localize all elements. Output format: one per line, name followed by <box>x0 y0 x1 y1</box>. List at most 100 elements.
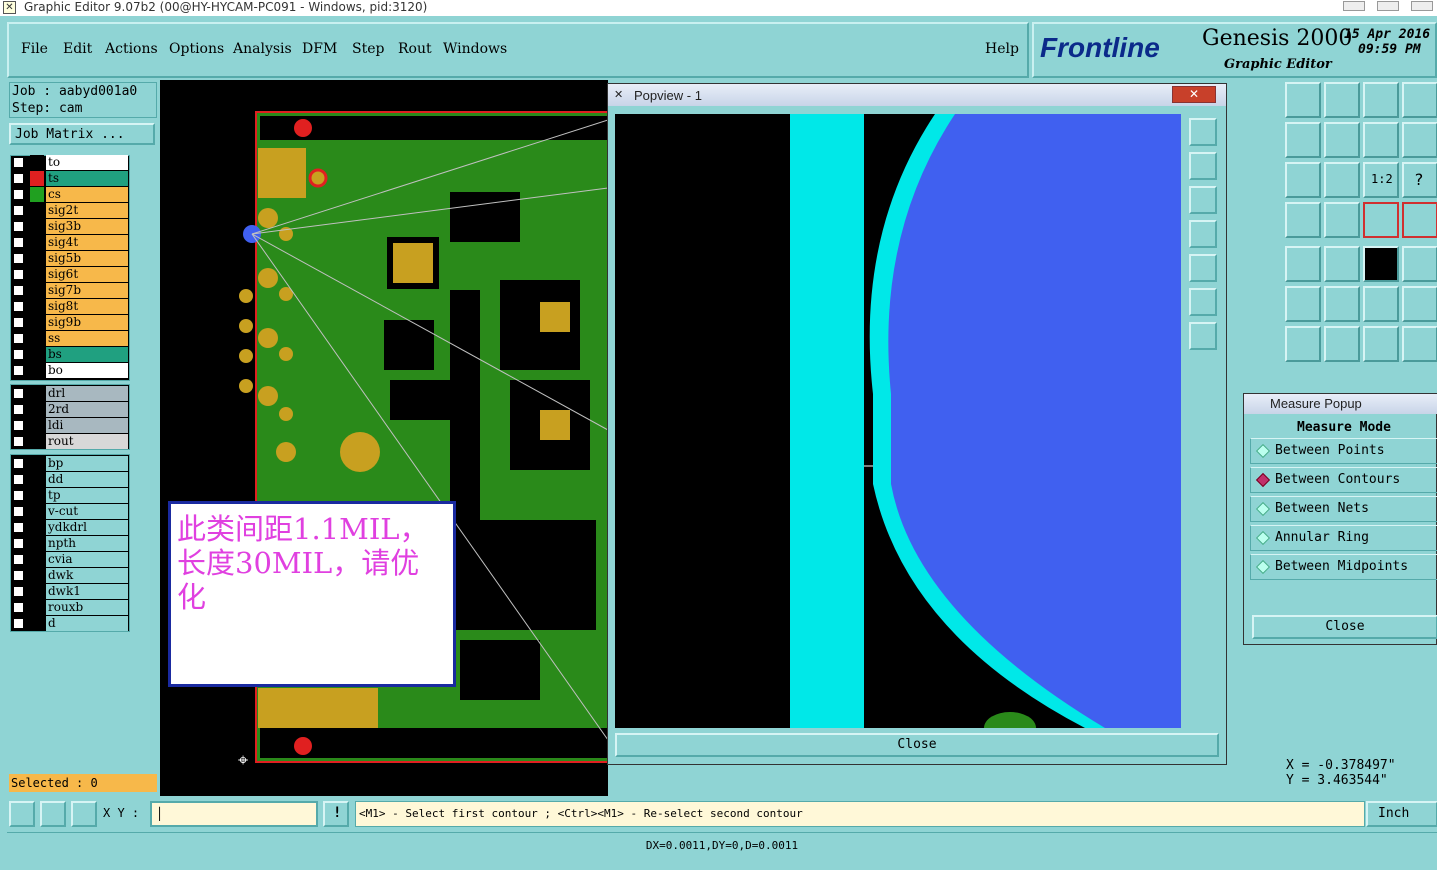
layer-color-swatch[interactable] <box>30 584 44 599</box>
link-alt-icon[interactable] <box>1402 286 1437 322</box>
layer-row-dwk1[interactable]: dwk1 <box>10 584 130 599</box>
layer-name[interactable]: sig7b <box>46 283 128 298</box>
menu-actions[interactable]: Actions <box>105 41 158 57</box>
layer-color-swatch[interactable] <box>30 520 44 535</box>
layer-name[interactable]: dwk <box>46 568 128 583</box>
alert-icon[interactable]: ! <box>323 801 349 827</box>
layer-checkbox[interactable] <box>13 554 24 565</box>
layer-row-cvia[interactable]: cvia <box>10 552 130 567</box>
maximize-button[interactable] <box>1377 1 1399 11</box>
layer-checkbox[interactable] <box>13 349 24 360</box>
layer-name[interactable]: cs <box>46 187 128 202</box>
angle-mode-icon[interactable] <box>40 801 66 827</box>
layer-row-npth[interactable]: npth <box>10 536 130 551</box>
pan-down-icon[interactable] <box>1189 186 1217 214</box>
layer-name[interactable]: bo <box>46 363 128 378</box>
layer-name[interactable]: d <box>46 616 128 631</box>
option-between-midpoints[interactable]: Between Midpoints <box>1250 554 1437 580</box>
layer-checkbox[interactable] <box>13 285 24 296</box>
layer-name[interactable]: tp <box>46 488 128 503</box>
layer-checkbox[interactable] <box>13 618 24 629</box>
layer-checkbox[interactable] <box>13 602 24 613</box>
ruler-icon[interactable] <box>1363 246 1399 282</box>
layer-color-swatch[interactable] <box>30 155 44 170</box>
layer-row-sig2t[interactable]: sig2t <box>10 203 130 218</box>
layer-checkbox[interactable] <box>13 365 24 376</box>
home-icon[interactable] <box>1363 82 1399 118</box>
scale-1-2-icon[interactable]: 1:2 <box>1363 162 1399 198</box>
layer-row-dwk[interactable]: dwk <box>10 568 130 583</box>
angle-icon[interactable] <box>1285 326 1321 362</box>
layer-name[interactable]: bp <box>46 456 128 471</box>
layer-name[interactable]: sig4t <box>46 235 128 250</box>
layer-row-bo[interactable]: bo <box>10 363 130 378</box>
layer-checkbox[interactable] <box>13 221 24 232</box>
layer-row-cs[interactable]: cs <box>10 187 130 202</box>
menu-edit[interactable]: Edit <box>63 41 92 57</box>
layer-name[interactable]: ss <box>46 331 128 346</box>
layer-name[interactable]: sig8t <box>46 299 128 314</box>
menu-dfm[interactable]: DFM <box>302 41 337 57</box>
layer-color-swatch[interactable] <box>30 203 44 218</box>
layer-row-to[interactable]: to <box>10 155 130 170</box>
layer-name[interactable]: 2rd <box>46 402 128 417</box>
layer-row-v-cut[interactable]: v-cut <box>10 504 130 519</box>
layer-row-sig5b[interactable]: sig5b <box>10 251 130 266</box>
layer-color-swatch[interactable] <box>30 331 44 346</box>
zoom-fit-icon[interactable] <box>1285 162 1321 198</box>
layer-checkbox[interactable] <box>13 436 24 447</box>
layer-row-drl[interactable]: drl <box>10 386 130 401</box>
layer-checkbox[interactable] <box>13 157 24 168</box>
help-icon[interactable]: ? <box>1402 162 1437 198</box>
cross-icon[interactable] <box>1324 286 1360 322</box>
layer-color-swatch[interactable] <box>30 251 44 266</box>
layer-color-swatch[interactable] <box>30 363 44 378</box>
option-between-contours[interactable]: Between Contours <box>1250 467 1437 493</box>
pan-right-icon[interactable] <box>1189 254 1217 282</box>
layer-color-swatch[interactable] <box>30 235 44 250</box>
net-measure-icon[interactable] <box>1363 202 1399 238</box>
layer-name[interactable]: ts <box>46 171 128 186</box>
layer-checkbox[interactable] <box>13 586 24 597</box>
layer-name[interactable]: dwk1 <box>46 584 128 599</box>
option-between-nets[interactable]: Between Nets <box>1250 496 1437 522</box>
zoom-center-icon[interactable] <box>1324 162 1360 198</box>
layer-color-swatch[interactable] <box>30 600 44 615</box>
layer-checkbox[interactable] <box>13 269 24 280</box>
snap-mode-icon[interactable] <box>9 801 35 827</box>
layer-checkbox[interactable] <box>13 189 24 200</box>
layer-checkbox[interactable] <box>13 570 24 581</box>
popview-close-button[interactable]: Close <box>615 733 1219 757</box>
pan-left-icon[interactable] <box>1189 220 1217 248</box>
layer-name[interactable]: sig5b <box>46 251 128 266</box>
minimize-button[interactable] <box>1343 1 1365 11</box>
layer-row-sig7b[interactable]: sig7b <box>10 283 130 298</box>
zoom-fit-icon[interactable] <box>1189 288 1217 316</box>
mirror-icon[interactable] <box>1402 326 1437 362</box>
layer-name[interactable]: cvia <box>46 552 128 567</box>
layer-color-swatch[interactable] <box>30 456 44 471</box>
pan-up-icon[interactable] <box>1189 152 1217 180</box>
layer-color-swatch[interactable] <box>30 402 44 417</box>
dot-icon[interactable] <box>1402 246 1437 282</box>
layer-checkbox[interactable] <box>13 301 24 312</box>
job-matrix-button[interactable]: Job Matrix ... <box>9 123 155 145</box>
layer-checkbox[interactable] <box>13 205 24 216</box>
layer-checkbox[interactable] <box>13 317 24 328</box>
pan-right-icon[interactable] <box>1324 122 1360 158</box>
layer-color-swatch[interactable] <box>30 347 44 362</box>
layer-checkbox[interactable] <box>13 333 24 344</box>
layer-row-dd[interactable]: dd <box>10 472 130 487</box>
layer-row-ydkdrl[interactable]: ydkdrl <box>10 520 130 535</box>
layer-name[interactable]: dd <box>46 472 128 487</box>
layer-color-swatch[interactable] <box>30 315 44 330</box>
layer-row-ldi[interactable]: ldi <box>10 418 130 433</box>
layer-row-sig4t[interactable]: sig4t <box>10 235 130 250</box>
layer-name[interactable]: rouxb <box>46 600 128 615</box>
zoom-down-icon[interactable] <box>1324 82 1360 118</box>
layer-checkbox[interactable] <box>13 237 24 248</box>
zoom-center-icon[interactable] <box>1189 322 1217 350</box>
menu-analysis[interactable]: Analysis <box>233 41 292 57</box>
layer-color-swatch[interactable] <box>30 283 44 298</box>
layer-name[interactable]: sig3b <box>46 219 128 234</box>
